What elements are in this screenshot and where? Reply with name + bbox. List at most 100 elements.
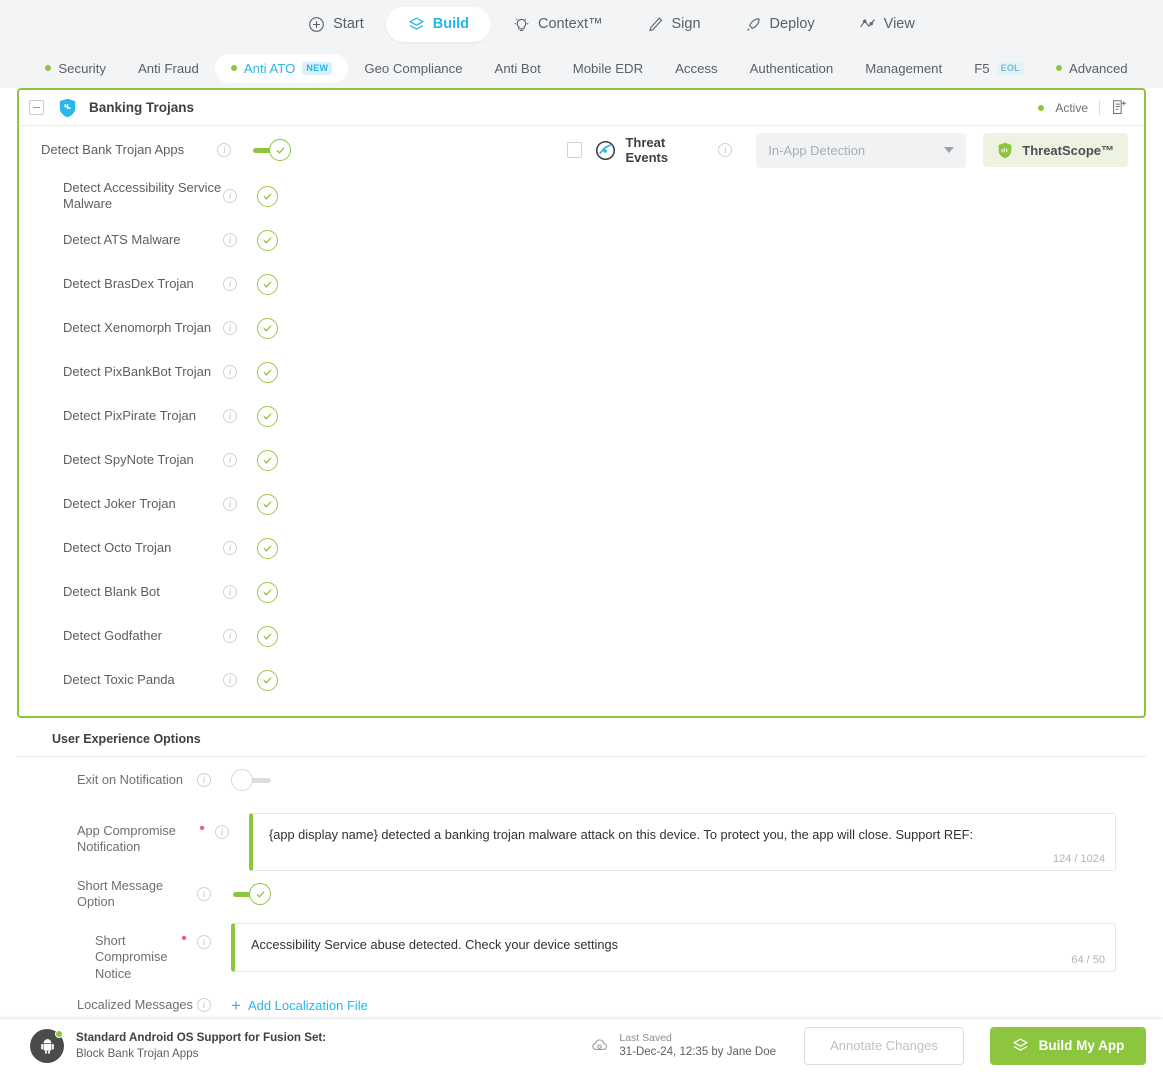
detection-enabled-toggle[interactable]: [257, 318, 278, 339]
info-icon[interactable]: i: [223, 365, 237, 379]
divider: [1099, 100, 1100, 115]
last-saved-label: Last Saved: [619, 1031, 776, 1045]
tab-anti-fraud[interactable]: Anti Fraud: [122, 54, 215, 83]
detection-label: Detect Blank Bot: [19, 584, 223, 600]
build-my-app-button[interactable]: Build My App: [990, 1027, 1146, 1065]
detection-enabled-toggle[interactable]: [257, 626, 278, 647]
shield-trojan-icon: [58, 98, 77, 118]
detection-enabled-toggle[interactable]: [257, 362, 278, 383]
exit-on-notification-toggle[interactable]: [231, 769, 271, 791]
add-localization-file-button[interactable]: + Add Localization File: [231, 997, 368, 1014]
nav-item-build[interactable]: Build: [386, 7, 491, 42]
detection-enabled-toggle[interactable]: [257, 186, 278, 207]
detection-mode-select[interactable]: In-App Detection: [756, 133, 966, 168]
tab-f5[interactable]: F5EOL: [958, 54, 1040, 83]
info-icon[interactable]: i: [223, 409, 237, 423]
fusion-set-title: Standard Android OS Support for Fusion S…: [76, 1030, 326, 1046]
info-icon[interactable]: i: [223, 497, 237, 511]
detection-row: Detect Accessibility Service Malwarei: [19, 174, 1144, 218]
threatscope-button[interactable]: ThreatScope™: [983, 133, 1128, 167]
info-icon[interactable]: i: [217, 143, 231, 157]
detection-enabled-toggle[interactable]: [257, 406, 278, 427]
detection-row: Detect PixPirate Trojani: [19, 394, 1144, 438]
nav-item-view[interactable]: View: [837, 7, 937, 42]
secondary-navigation: Security Anti Fraud Anti ATONEWGeo Complia…: [0, 48, 1163, 88]
tab-authentication[interactable]: Authentication: [734, 54, 850, 83]
tab-anti-bot[interactable]: Anti Bot: [479, 54, 557, 83]
info-icon[interactable]: i: [223, 321, 237, 335]
tab-anti-ato[interactable]: Anti ATONEW: [215, 54, 348, 83]
nav-item-sign[interactable]: Sign: [625, 7, 723, 42]
info-icon[interactable]: i: [197, 935, 211, 949]
tab-mobile-edr[interactable]: Mobile EDR: [557, 54, 659, 83]
exit-on-notification-row: Exit on Notification i: [17, 757, 1146, 803]
detection-label: Detect Godfather: [19, 628, 223, 644]
info-icon[interactable]: i: [223, 541, 237, 555]
info-icon[interactable]: i: [197, 998, 211, 1012]
short-message-option-toggle[interactable]: [231, 883, 271, 905]
short-message-option-row: Short Message Option i: [17, 871, 1146, 917]
info-icon[interactable]: i: [223, 585, 237, 599]
short-compromise-textarea[interactable]: Accessibility Service abuse detected. Ch…: [231, 923, 1116, 972]
cloud-save-icon: [590, 1036, 609, 1055]
detection-label: Detect Toxic Panda: [19, 672, 223, 688]
tab-label: Security: [58, 61, 106, 76]
info-icon[interactable]: i: [223, 629, 237, 643]
info-icon[interactable]: i: [223, 453, 237, 467]
app-compromise-textarea[interactable]: {app display name} detected a banking tr…: [249, 813, 1116, 871]
tab-advanced[interactable]: Advanced: [1040, 54, 1144, 83]
tab-geo-compliance[interactable]: Geo Compliance: [348, 54, 478, 83]
tab-label: F5: [974, 61, 989, 76]
add-note-icon[interactable]: [1111, 99, 1128, 116]
info-icon[interactable]: i: [223, 189, 237, 203]
tab-label: Anti Fraud: [138, 61, 199, 76]
detection-enabled-toggle[interactable]: [257, 538, 278, 559]
detection-row: Detect Joker Trojani: [19, 482, 1144, 526]
tab-access[interactable]: Access: [659, 54, 734, 83]
detection-enabled-toggle[interactable]: [257, 230, 278, 251]
nav-item-context[interactable]: Context™: [491, 7, 624, 42]
detection-enabled-toggle[interactable]: [257, 494, 278, 515]
tab-security[interactable]: Security: [29, 54, 122, 83]
app-compromise-label: App Compromise Notification: [17, 813, 197, 856]
nav-item-label: Context™: [538, 16, 602, 32]
info-icon[interactable]: i: [223, 277, 237, 291]
fusion-set-subtitle: Block Bank Trojan Apps: [76, 1046, 326, 1062]
detection-label: Detect PixBankBot Trojan: [19, 364, 223, 380]
detection-row: Detect SpyNote Trojani: [19, 438, 1144, 482]
nav-item-label: Deploy: [770, 16, 815, 32]
info-icon[interactable]: i: [223, 673, 237, 687]
detection-enabled-toggle[interactable]: [257, 670, 278, 691]
threat-events-checkbox[interactable]: [567, 142, 582, 158]
short-compromise-value: Accessibility Service abuse detected. Ch…: [251, 937, 618, 952]
info-icon[interactable]: i: [215, 825, 229, 839]
app-compromise-counter: 124 / 1024: [1053, 853, 1105, 865]
nav-item-start[interactable]: Start: [286, 7, 386, 42]
tab-label: Mobile EDR: [573, 61, 643, 76]
nav-item-deploy[interactable]: Deploy: [723, 7, 837, 42]
info-icon[interactable]: i: [197, 887, 211, 901]
status-dot-icon: [1056, 65, 1062, 71]
info-icon[interactable]: i: [197, 773, 211, 787]
detection-enabled-toggle[interactable]: [257, 274, 278, 295]
annotate-changes-button[interactable]: Annotate Changes: [804, 1027, 964, 1065]
collapse-toggle-icon[interactable]: [29, 100, 44, 115]
rocket-icon: [745, 16, 762, 33]
short-compromise-notice-row: Short Compromise Notice • i Accessibilit…: [17, 917, 1146, 982]
detection-enabled-toggle[interactable]: [257, 450, 278, 471]
status-dot-icon: [231, 65, 237, 71]
detect-bank-trojan-apps-toggle[interactable]: [251, 139, 291, 161]
nav-item-label: Sign: [672, 16, 701, 32]
required-marker: •: [197, 813, 207, 829]
info-icon[interactable]: i: [223, 233, 237, 247]
detection-row: Detect Octo Trojani: [19, 526, 1144, 570]
tab-label: Management: [865, 61, 942, 76]
detect-bank-trojan-apps-row: Detect Bank Trojan Apps i: [19, 126, 1144, 174]
detection-row: Detect ATS Malwarei: [19, 218, 1144, 262]
detection-label: Detect Xenomorph Trojan: [19, 320, 223, 336]
tab-management[interactable]: Management: [849, 54, 958, 83]
nav-item-label: Build: [433, 16, 469, 32]
threat-events-info-icon[interactable]: i: [718, 143, 732, 157]
detection-enabled-toggle[interactable]: [257, 582, 278, 603]
detection-label: Detect ATS Malware: [19, 232, 223, 248]
